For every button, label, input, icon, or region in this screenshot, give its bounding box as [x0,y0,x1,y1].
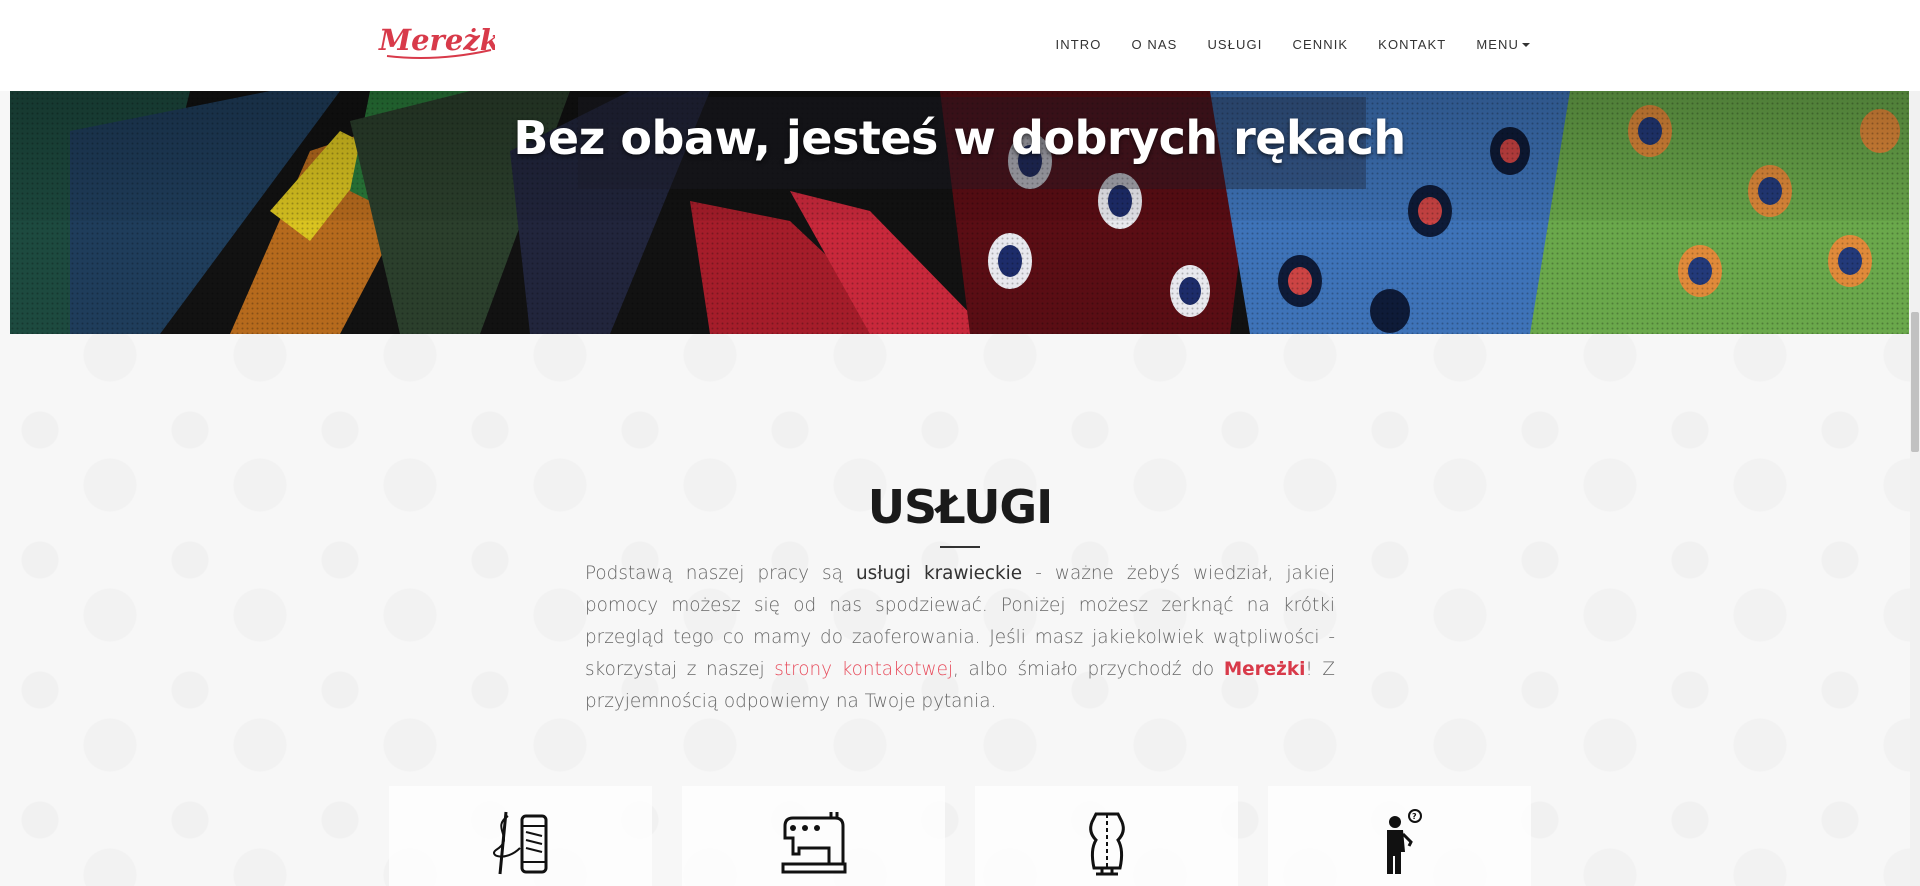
question-person-icon: ? [1386,809,1422,874]
title-divider [940,546,980,548]
service-card[interactable] [389,786,652,886]
bold-text: usługi krawieckie [855,563,1023,584]
nav-item-label: O NAS [1131,37,1178,52]
caret-down-icon [1522,42,1530,47]
nav-item-label: KONTAKT [1378,37,1447,52]
service-card[interactable] [682,786,945,886]
text-segment: , albo śmiało przychodź do [953,659,1224,680]
svg-text:?: ? [1412,812,1417,821]
tailor-mannequin-icon [1088,812,1125,876]
navbar: Mereżka INTRO O NAS USŁUGI CENNIK KONTAK… [0,0,1920,91]
scrollbar-track[interactable] [1910,91,1920,886]
service-card[interactable]: ? [1268,786,1531,886]
logo[interactable]: Mereżka [377,20,495,64]
services-description: Podstawą naszej pracy są usługi krawieck… [585,558,1335,718]
brand-name: Mereżki [1223,659,1306,680]
nav-item-label: INTRO [1055,37,1102,52]
nav-item-kontakt[interactable]: KONTAKT [1378,37,1446,52]
nav-item-label: MENU [1476,37,1519,52]
scrollbar-thumb[interactable] [1911,312,1919,452]
sewing-machine-icon [781,812,846,874]
nav-item-uslugi[interactable]: USŁUGI [1207,37,1262,52]
hero-title: Bez obaw, jesteś w dobrych rękach [513,111,1406,165]
hero-banner: Bez obaw, jesteś w dobrych rękach [10,91,1909,334]
nav-item-o-nas[interactable]: O NAS [1131,37,1177,52]
service-cards: ? [389,786,1531,886]
services-title: USŁUGI [867,480,1054,534]
needle-thread-icon [492,811,547,875]
nav-item-label: USŁUGI [1207,37,1263,52]
service-card[interactable] [975,786,1238,886]
nav-item-intro[interactable]: INTRO [1056,37,1102,52]
contact-page-link[interactable]: strony kontakotwej [774,659,953,680]
nav-item-label: CENNIK [1292,37,1349,52]
nav-item-menu-dropdown[interactable]: MENU [1476,37,1530,52]
text-segment: Podstawą naszej pracy są [585,563,856,584]
nav-menu: INTRO O NAS USŁUGI CENNIK KONTAKT MENU [1026,37,1530,52]
nav-item-cennik[interactable]: CENNIK [1292,37,1348,52]
